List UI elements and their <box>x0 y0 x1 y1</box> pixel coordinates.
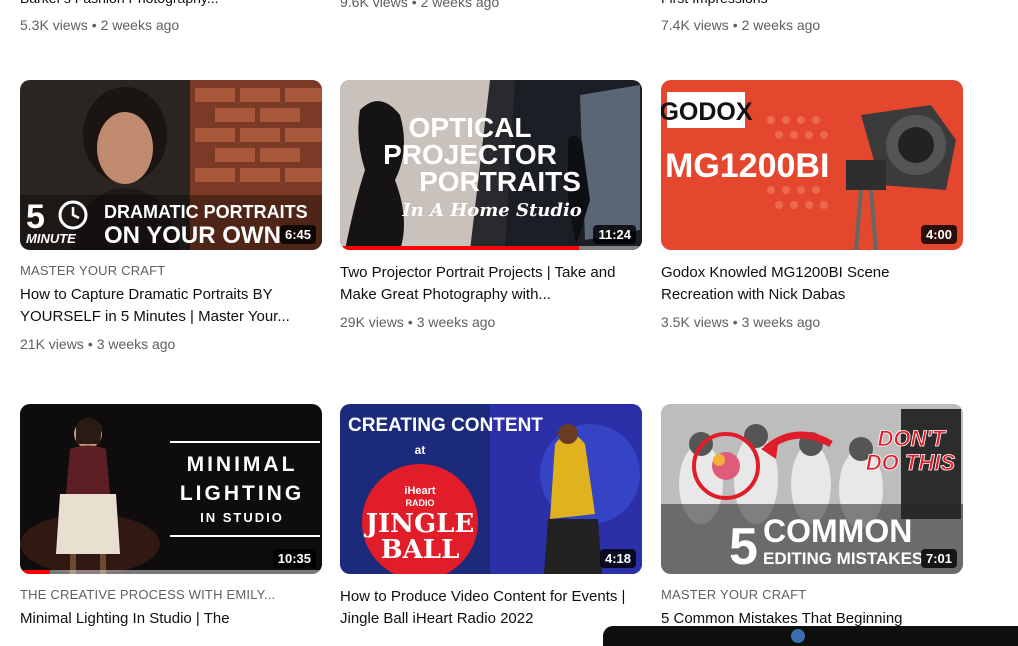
video-meta: 29K views • 3 weeks ago <box>340 314 496 330</box>
watch-progress-fill <box>340 246 579 250</box>
thumbnail-image: DON'T DO THIS 5 COMMON EDITING MISTAKES <box>661 404 963 574</box>
video-thumbnail[interactable]: CREATING CONTENT at iHeart RADIO JINGLE … <box>340 404 642 574</box>
svg-text:BALL: BALL <box>381 535 460 565</box>
svg-text:DON'T: DON'T <box>877 426 946 451</box>
video-thumbnail[interactable]: OPTICAL PROJECTOR PORTRAITS In A Home St… <box>340 80 642 250</box>
video-thumbnail[interactable]: MINIMAL LIGHTING IN STUDIO 10:35 <box>20 404 322 574</box>
video-meta: 3.5K views • 3 weeks ago <box>661 314 821 330</box>
video-thumbnail[interactable]: GODOX MG1200BI 4:00 <box>661 80 963 250</box>
video-card[interactable]: DON'T DO THIS 5 COMMON EDITING MISTAKES … <box>661 404 963 630</box>
thumbnail-image: 5 MINUTE DRAMATIC PORTRAITS ON YOUR OWN <box>20 80 322 250</box>
thumbnail-image: GODOX MG1200BI <box>661 80 963 250</box>
video-card[interactable]: OPTICAL PROJECTOR PORTRAITS In A Home St… <box>340 80 642 332</box>
watch-progress-bar <box>20 570 322 574</box>
svg-text:CREATING CONTENT: CREATING CONTENT <box>348 415 543 436</box>
video-meta: 7.4K views • 2 weeks ago <box>661 17 821 33</box>
avatar <box>791 629 805 643</box>
video-duration: 6:45 <box>279 225 316 244</box>
video-duration: 4:00 <box>920 225 957 244</box>
video-title[interactable]: How to Capture Dramatic Portraits BY YOU… <box>20 284 322 328</box>
svg-text:In A Home Studio: In A Home Studio <box>401 200 582 221</box>
video-duration: 7:01 <box>920 549 957 568</box>
channel-name[interactable]: THE CREATIVE PROCESS WITH EMILY... <box>20 586 322 604</box>
svg-text:COMMON: COMMON <box>763 513 912 549</box>
video-meta: 21K views • 3 weeks ago <box>20 336 176 352</box>
watch-progress-bar <box>340 246 642 250</box>
video-duration: 10:35 <box>272 549 316 568</box>
svg-text:MG1200BI: MG1200BI <box>665 147 829 185</box>
video-card[interactable]: MINIMAL LIGHTING IN STUDIO 10:35 THE CRE… <box>20 404 322 630</box>
svg-text:IN STUDIO: IN STUDIO <box>200 510 284 525</box>
video-title[interactable]: Godox Knowled MG1200BI Scene Recreation … <box>661 262 963 306</box>
svg-text:GODOX: GODOX <box>661 98 753 126</box>
svg-text:DRAMATIC PORTRAITS: DRAMATIC PORTRAITS <box>104 202 308 222</box>
miniplayer-bar[interactable] <box>603 626 1018 646</box>
svg-text:LIGHTING: LIGHTING <box>180 482 304 505</box>
video-duration: 4:18 <box>599 549 636 568</box>
svg-text:PORTRAITS: PORTRAITS <box>419 166 581 197</box>
svg-text:at: at <box>415 443 426 457</box>
svg-text:iHeart: iHeart <box>404 485 436 497</box>
video-card[interactable]: GODOX MG1200BI 4:00 Godox Knowled MG1200… <box>661 80 963 332</box>
video-thumbnail[interactable]: DON'T DO THIS 5 COMMON EDITING MISTAKES … <box>661 404 963 574</box>
video-title[interactable]: Minimal Lighting In Studio | The <box>20 608 322 630</box>
svg-text:DO THIS: DO THIS <box>866 450 956 475</box>
thumbnail-image: CREATING CONTENT at iHeart RADIO JINGLE … <box>340 404 642 574</box>
channel-name[interactable]: MASTER YOUR CRAFT <box>20 262 322 280</box>
channel-name[interactable]: MASTER YOUR CRAFT <box>661 586 963 604</box>
video-title[interactable]: Barker's Fashion Photography... <box>20 0 219 8</box>
svg-text:MINUTE: MINUTE <box>26 231 76 246</box>
video-title[interactable]: Two Projector Portrait Projects | Take a… <box>340 262 642 306</box>
svg-text:ON YOUR OWN: ON YOUR OWN <box>104 222 281 249</box>
video-title[interactable]: First Impressions <box>661 0 768 8</box>
svg-text:RADIO: RADIO <box>406 498 435 508</box>
video-card[interactable]: 5 MINUTE DRAMATIC PORTRAITS ON YOUR OWN … <box>20 80 322 354</box>
watch-progress-fill <box>20 570 51 574</box>
svg-text:EDITING MISTAKES: EDITING MISTAKES <box>763 549 923 568</box>
video-card[interactable]: CREATING CONTENT at iHeart RADIO JINGLE … <box>340 404 642 630</box>
video-meta: 5.3K views • 2 weeks ago <box>20 17 180 33</box>
svg-text:MINIMAL: MINIMAL <box>187 453 298 476</box>
video-duration: 11:24 <box>593 225 636 244</box>
video-meta: 9.6K views • 2 weeks ago <box>340 0 500 10</box>
video-title[interactable]: How to Produce Video Content for Events … <box>340 586 642 630</box>
svg-text:5: 5 <box>729 518 758 574</box>
video-thumbnail[interactable]: 5 MINUTE DRAMATIC PORTRAITS ON YOUR OWN … <box>20 80 322 250</box>
